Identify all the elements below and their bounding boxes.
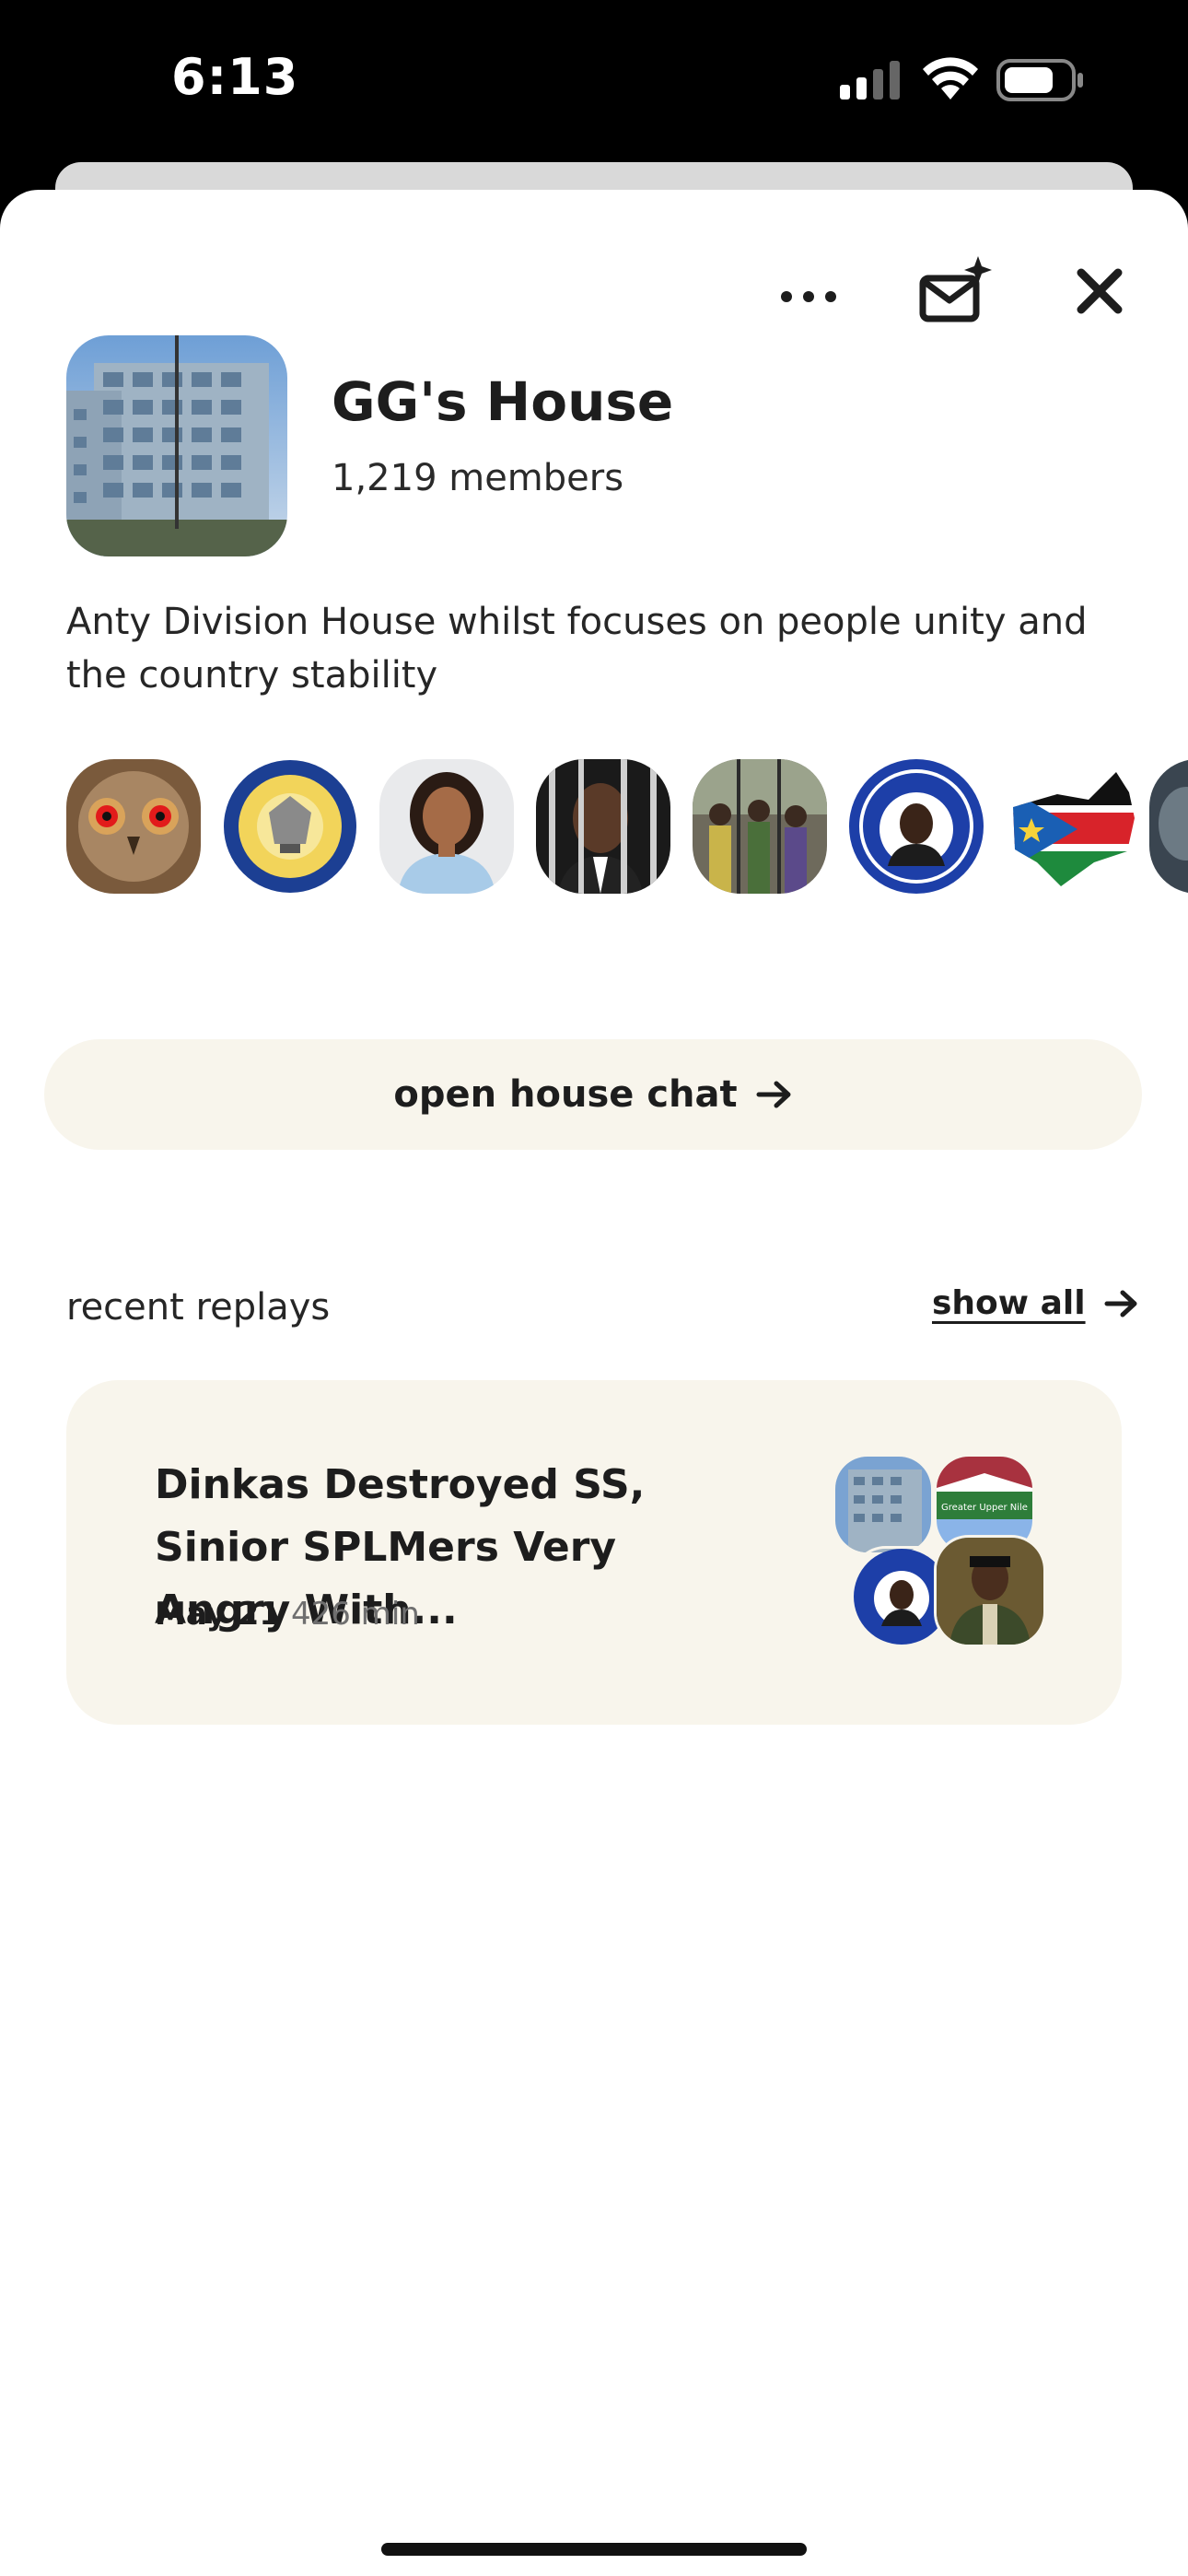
status-time: 6:13 <box>171 48 299 106</box>
ellipsis-icon[interactable] <box>779 287 838 306</box>
show-all-link[interactable]: show all <box>932 1284 1139 1322</box>
seal-avatar[interactable] <box>223 759 357 894</box>
house-sheet: GG's House 1,219 members Anty Division H… <box>0 190 1188 2576</box>
house-description: Anty Division House whilst focuses on pe… <box>66 601 1088 697</box>
replay-avatar-general <box>934 1535 1046 1647</box>
woman-avatar[interactable] <box>379 759 514 894</box>
show-all-label: show all <box>932 1284 1086 1322</box>
battery-icon <box>996 59 1083 101</box>
wifi-icon <box>923 57 978 100</box>
arrow-right-icon <box>1104 1290 1137 1317</box>
greater-upper-nile-text: Greater Upper Nile <box>941 1503 1028 1513</box>
open-house-chat-button[interactable]: open house chat <box>44 1039 1142 1150</box>
home-indicator[interactable] <box>381 2543 807 2556</box>
cellular-signal-icon <box>840 61 900 100</box>
owl-avatar[interactable] <box>66 759 201 894</box>
close-icon[interactable] <box>1074 265 1125 317</box>
replay-duration: 426 min <box>291 1596 420 1633</box>
replay-date: May 21 <box>155 1596 282 1633</box>
member-avatar-row[interactable] <box>66 759 1188 894</box>
arrow-right-icon <box>756 1081 791 1108</box>
man-bars-avatar[interactable] <box>536 759 670 894</box>
crowd-avatar[interactable] <box>693 759 827 894</box>
replay-card[interactable]: Dinkas Destroyed SS, Sinior SPLMers Very… <box>66 1380 1122 1725</box>
south-sudan-map-avatar[interactable] <box>1006 759 1140 894</box>
free-dr-machar-avatar[interactable] <box>849 759 984 894</box>
mail-sparkle-icon[interactable] <box>917 254 995 326</box>
status-bar: 6:13 <box>0 0 1188 166</box>
house-title: GG's House <box>332 370 674 433</box>
house-image <box>66 335 287 556</box>
member-count[interactable]: 1,219 members <box>332 457 623 499</box>
recent-replays-heading: recent replays <box>66 1286 331 1329</box>
partial-avatar[interactable] <box>1149 759 1188 894</box>
open-house-chat-label: open house chat <box>393 1073 738 1116</box>
replay-avatar-building <box>833 1454 934 1555</box>
